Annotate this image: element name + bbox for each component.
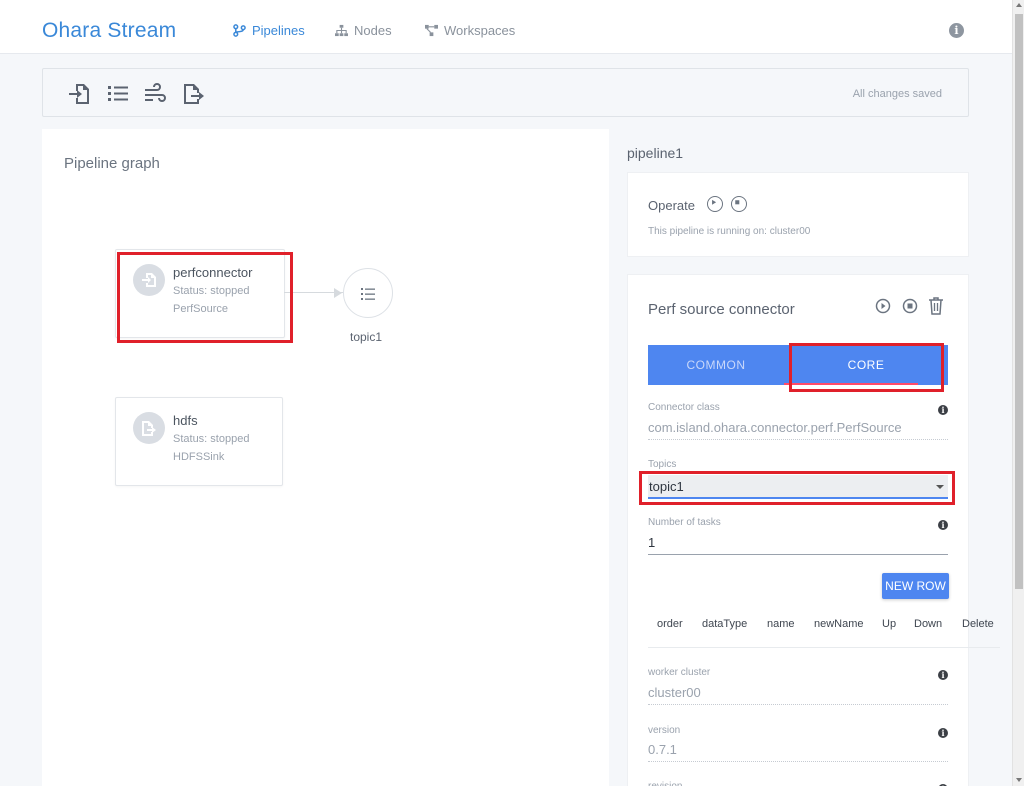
trash-icon <box>929 297 943 315</box>
pipeline-graph-panel: Pipeline graph perfconnector Status: sto… <box>42 129 609 786</box>
version-label: version <box>648 725 681 736</box>
scroll-down-icon[interactable] <box>1016 778 1022 782</box>
column-name: name <box>767 618 795 630</box>
connector-title: Perf source connector <box>648 301 795 318</box>
branch-icon <box>233 24 246 37</box>
table-header-divider <box>648 647 1000 648</box>
nav-nodes[interactable]: Nodes <box>335 23 392 38</box>
column-datatype: dataType <box>702 618 748 630</box>
column-up: Up <box>882 618 897 630</box>
start-connector-button[interactable] <box>875 298 891 319</box>
topic-list-icon <box>361 288 375 300</box>
page-scrollbar[interactable] <box>1012 0 1024 786</box>
node-kind: HDFSSink <box>173 451 225 463</box>
add-topic-icon <box>108 86 128 101</box>
pipeline-toolbar: All changes saved <box>42 68 969 117</box>
nav-pipelines-label: Pipelines <box>252 23 305 38</box>
connector-class-label: Connector class <box>648 402 720 413</box>
add-source-icon <box>69 84 89 104</box>
add-sink-icon <box>184 84 204 104</box>
graph-node-topic1[interactable] <box>343 268 393 318</box>
start-pipeline-button[interactable] <box>707 196 723 212</box>
worker-cluster-value: cluster00 <box>648 685 948 705</box>
sitemap-icon <box>335 24 348 37</box>
scroll-up-icon[interactable] <box>1016 3 1022 7</box>
nav-pipelines[interactable]: Pipelines <box>233 23 305 38</box>
stop-pipeline-button[interactable] <box>731 196 747 212</box>
scrollbar-thumb[interactable] <box>1015 14 1023 589</box>
version-value: 0.7.1 <box>648 742 948 762</box>
add-stream-button[interactable] <box>143 82 167 106</box>
pipeline-name: pipeline1 <box>627 145 684 161</box>
brand-logo[interactable]: Ohara Stream <box>42 19 176 43</box>
play-icon <box>712 199 717 205</box>
operate-label: Operate <box>648 198 695 213</box>
node-name: hdfs <box>173 413 198 428</box>
stop-connector-button[interactable] <box>902 298 918 319</box>
topics-label: Topics <box>648 459 677 470</box>
operate-card: Operate This pipeline is running on: clu… <box>627 172 969 257</box>
nav-workspaces-label: Workspaces <box>444 23 516 38</box>
highlight-box-topics <box>639 471 955 505</box>
graph-title: Pipeline graph <box>64 155 160 172</box>
project-diagram-icon <box>425 24 438 37</box>
connector-class-value: com.island.ohara.connector.perf.PerfSour… <box>648 420 948 440</box>
info-icon[interactable]: i <box>949 23 964 38</box>
tasks-input[interactable]: 1 <box>648 535 948 555</box>
stop-icon <box>735 200 740 205</box>
nav-workspaces[interactable]: Workspaces <box>425 23 515 38</box>
add-topic-button[interactable] <box>106 82 130 106</box>
worker-cluster-label: worker cluster <box>648 667 711 678</box>
connector-class-info-icon[interactable]: i <box>938 405 948 415</box>
tab-common[interactable]: COMMON <box>648 345 784 385</box>
revision-label: revision <box>648 781 682 786</box>
running-info: This pipeline is running on: cluster00 <box>648 226 811 237</box>
worker-cluster-info-icon[interactable]: i <box>938 670 948 680</box>
highlight-box-node <box>117 252 293 343</box>
save-status: All changes saved <box>852 88 942 100</box>
column-delete: Delete <box>962 618 994 630</box>
version-info-icon[interactable]: i <box>938 728 948 738</box>
top-nav: Ohara Stream Pipelines Nodes Workspaces … <box>0 0 1012 54</box>
add-stream-icon <box>145 83 166 102</box>
graph-node-hdfs[interactable]: hdfs Status: stopped HDFSSink <box>115 397 283 486</box>
tasks-info-icon[interactable]: i <box>938 520 948 530</box>
column-newname: newName <box>814 618 864 630</box>
tasks-label: Number of tasks <box>648 517 721 528</box>
topic-label: topic1 <box>350 330 383 344</box>
sink-connector-icon <box>133 412 165 444</box>
nav-nodes-label: Nodes <box>354 23 392 38</box>
play-icon <box>875 298 891 314</box>
delete-connector-button[interactable] <box>928 297 944 320</box>
new-row-button[interactable]: NEW ROW <box>882 573 949 599</box>
column-down: Down <box>914 618 943 630</box>
stop-icon <box>902 298 918 314</box>
column-order: order <box>657 618 683 630</box>
node-status: Status: stopped <box>173 433 250 445</box>
add-sink-button[interactable] <box>182 82 206 106</box>
edge-arrow-icon <box>334 288 342 298</box>
highlight-box-core-tab <box>789 343 944 392</box>
add-source-button[interactable] <box>67 82 91 106</box>
